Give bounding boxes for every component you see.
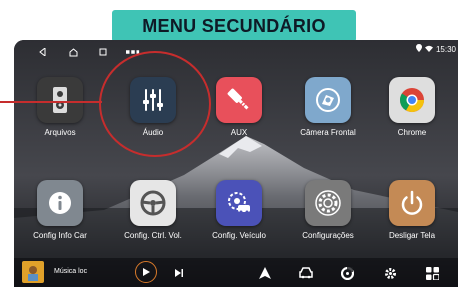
next-icon[interactable]	[172, 266, 186, 280]
album-art[interactable]	[22, 261, 44, 283]
files-icon	[37, 77, 83, 123]
app-label: Desligar Tela	[388, 231, 436, 240]
app-label: Câmera Frontal	[300, 128, 356, 137]
steering-wheel-icon	[130, 180, 176, 226]
power-icon	[389, 180, 435, 226]
app-camera-frontal[interactable]: Câmera Frontal	[289, 77, 367, 161]
apps-grid-icon[interactable]	[424, 265, 440, 281]
callout-line	[0, 101, 102, 103]
app-label: Configurações	[302, 231, 354, 240]
vehicle-settings-icon	[216, 180, 262, 226]
music-disc-icon[interactable]	[339, 265, 355, 281]
app-aux[interactable]: AUX	[200, 77, 278, 161]
app-config-info-car[interactable]: Config Info Car	[21, 180, 99, 264]
app-chrome[interactable]: Chrome	[373, 77, 451, 161]
head-unit-screen: 15:30 Arquivos Áudio AUX Câmera Frontal …	[14, 40, 458, 287]
app-desligar-tela[interactable]: Desligar Tela	[373, 180, 451, 264]
navigation-icon[interactable]	[257, 265, 273, 281]
app-label: Config. Veículo	[212, 231, 266, 240]
app-config-ctrl-vol[interactable]: Config. Ctrl. Vol.	[114, 180, 192, 264]
media-title: Música loc	[54, 268, 88, 275]
car-icon[interactable]	[297, 265, 315, 281]
page: MENU SECUNDÁRIO 15:30 Arquivos Áudio AUX…	[0, 0, 458, 287]
home-icon[interactable]	[66, 45, 80, 59]
aux-cable-icon	[216, 77, 262, 123]
app-label: Config. Ctrl. Vol.	[124, 231, 182, 240]
bottom-dock: Música loc	[14, 258, 458, 287]
play-icon[interactable]	[135, 261, 157, 283]
info-icon	[37, 180, 83, 226]
app-label: Chrome	[397, 128, 427, 137]
app-label: AUX	[230, 128, 248, 137]
app-configuracoes[interactable]: Configurações	[289, 180, 367, 264]
status-time: 15:30	[435, 44, 456, 54]
app-arquivos[interactable]: Arquivos	[21, 77, 99, 161]
location-icon	[415, 44, 422, 54]
status-bar: 15:30	[14, 40, 458, 64]
app-config-veiculo[interactable]: Config. Veículo	[200, 180, 278, 264]
settings-gear-icon	[305, 180, 351, 226]
callout-circle	[99, 51, 211, 157]
page-title: MENU SECUNDÁRIO	[112, 10, 356, 42]
gear-icon[interactable]	[382, 265, 398, 281]
recent-apps-icon[interactable]	[96, 45, 110, 59]
front-camera-icon	[305, 77, 351, 123]
app-label: Config Info Car	[33, 231, 87, 240]
app-label: Arquivos	[44, 128, 76, 137]
wifi-icon	[424, 45, 433, 54]
chrome-icon	[389, 77, 435, 123]
back-icon[interactable]	[36, 45, 50, 59]
